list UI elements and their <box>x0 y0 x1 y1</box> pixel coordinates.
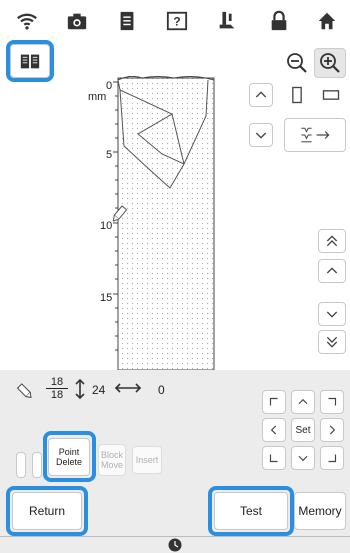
chevron-up-icon <box>255 91 267 98</box>
corner-down-left-icon <box>269 454 278 463</box>
lock-icon[interactable] <box>266 8 292 34</box>
point-delete-label-1: Point <box>58 447 80 457</box>
return-button[interactable]: Return <box>12 492 82 530</box>
move-down-left-button[interactable] <box>262 446 286 470</box>
move-right-button[interactable] <box>320 418 344 442</box>
fraction-bottom: 18 <box>46 388 68 401</box>
point-delete-label-2: Delete <box>55 457 82 467</box>
test-button[interactable]: Test <box>214 492 288 530</box>
scroll-top-button[interactable] <box>318 229 346 253</box>
zoom-in-button[interactable] <box>314 48 346 78</box>
edit-mode-button-2[interactable] <box>32 452 42 478</box>
move-up-left-button[interactable] <box>262 390 286 414</box>
scroll-up-button[interactable] <box>249 83 273 107</box>
presser-foot-icon[interactable] <box>214 8 240 34</box>
vertical-arrow-icon <box>75 378 85 400</box>
scroll-bottom-button[interactable] <box>318 330 346 354</box>
document-icon[interactable] <box>114 8 140 34</box>
stitch-length-icon <box>16 383 32 398</box>
chevron-down-icon <box>255 132 267 139</box>
chevron-down-icon <box>298 455 308 462</box>
chevron-down-icon <box>326 311 338 318</box>
portrait-view-button[interactable] <box>283 83 311 107</box>
chevron-right-icon <box>329 425 336 435</box>
scroll-line-up-button[interactable] <box>318 259 346 283</box>
chevron-up-icon <box>298 398 308 405</box>
scroll-down-button[interactable] <box>249 123 273 147</box>
move-left-button[interactable] <box>262 418 286 442</box>
portrait-icon <box>292 86 302 104</box>
ruler-unit: mm <box>88 91 107 103</box>
corner-up-left-icon <box>269 397 278 406</box>
move-up-button[interactable] <box>291 390 315 414</box>
landscape-icon <box>322 90 340 100</box>
stitch-preview-canvas[interactable] <box>110 76 240 370</box>
chevron-left-icon <box>270 425 277 435</box>
width-value: 0 <box>158 383 165 397</box>
memory-button[interactable]: Memory <box>294 492 346 530</box>
clock-icon <box>168 538 182 552</box>
camera-icon[interactable] <box>64 8 90 34</box>
height-value: 24 <box>92 383 106 397</box>
move-down-button[interactable] <box>291 446 315 470</box>
move-down-right-button[interactable] <box>320 446 344 470</box>
pattern-flip-icon <box>301 127 330 143</box>
book-icon <box>20 54 40 69</box>
wifi-icon[interactable] <box>14 8 40 34</box>
double-chevron-up-icon <box>326 235 338 247</box>
block-move-label-1: Block <box>100 450 123 460</box>
corner-down-right-icon <box>328 454 337 463</box>
manual-book-button[interactable] <box>10 44 50 78</box>
move-up-right-button[interactable] <box>320 390 344 414</box>
svg-text:?: ? <box>173 15 180 29</box>
landscape-view-button[interactable] <box>316 83 346 107</box>
home-icon[interactable] <box>314 8 340 34</box>
point-delete-button[interactable]: Point Delete <box>48 438 90 476</box>
top-bar: ? <box>0 0 350 42</box>
help-icon[interactable]: ? <box>164 8 190 34</box>
zoom-out-icon <box>287 53 307 73</box>
block-move-button[interactable]: Block Move <box>98 444 126 476</box>
pattern-flip-button[interactable] <box>284 118 346 152</box>
double-chevron-down-icon <box>326 336 338 348</box>
scroll-line-down-button[interactable] <box>318 302 346 326</box>
corner-up-right-icon <box>328 397 337 406</box>
fraction: 18 18 <box>46 376 68 401</box>
fraction-top: 18 <box>50 376 64 388</box>
chevron-up-icon <box>326 267 338 274</box>
edit-mode-button-1[interactable] <box>16 452 26 478</box>
set-button[interactable]: Set <box>291 418 315 442</box>
zoom-in-icon <box>320 53 340 73</box>
insert-button[interactable]: Insert <box>132 446 162 474</box>
block-move-label-2: Move <box>100 460 123 470</box>
horizontal-arrow-icon <box>114 383 142 393</box>
zoom-out-button[interactable] <box>282 48 312 78</box>
